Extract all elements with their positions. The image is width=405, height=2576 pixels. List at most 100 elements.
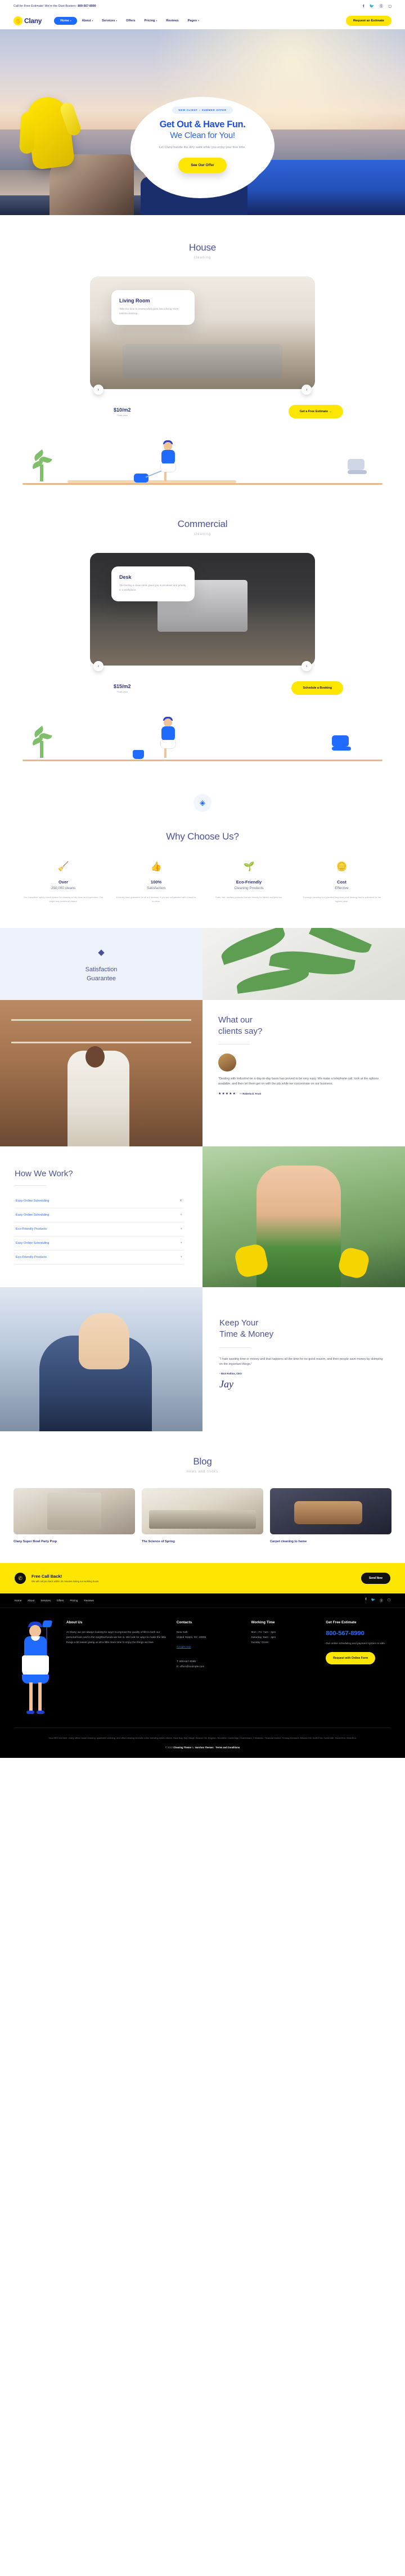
accordion-item[interactable]: Easy Online Scheduling ✕ [15, 1194, 183, 1209]
carousel-next-icon[interactable]: › [302, 385, 312, 395]
maid-illustration [15, 1620, 56, 1716]
footer-nav-offers[interactable]: Offers [57, 1599, 64, 1602]
testimonial-author: — Roberta D. Frost [239, 1092, 262, 1095]
facebook-icon[interactable]: 𝐟 [363, 5, 364, 8]
facebook-icon[interactable]: 𝐟 [365, 1598, 366, 1603]
testimonial-footer: ★★★★★ — Roberta D. Frost [218, 1092, 388, 1096]
why-text: Our Clanytitles' safety check system for… [23, 896, 104, 903]
maid-illustration [158, 717, 179, 758]
testimonial-content: What our clients say? "Dealing with Indu… [202, 1000, 405, 1147]
house-section: House cleaning Living Room Take the time… [0, 215, 405, 495]
accordion-item[interactable]: Eco-Friendly Products + [15, 1222, 183, 1237]
nav-item-services[interactable]: Services ▾ [97, 17, 122, 25]
commercial-meta: $15/m2 *Start price Schedule a Booking [62, 681, 343, 695]
testimonial-title: What our clients say? [218, 1015, 388, 1037]
why-sub: Satisfaction [146, 886, 166, 890]
topbar-text: Call for Free Estimate! We're the Dust B… [14, 5, 77, 8]
footer-nav-about[interactable]: About [28, 1599, 34, 1602]
twitter-icon[interactable]: 🐦 [369, 5, 374, 8]
call-back-bar: ✆ Free Call Back! We will call you back … [0, 1563, 405, 1594]
house-card-text: Take the time to review what goes into a… [119, 307, 179, 315]
nav-label: Pages [187, 19, 197, 23]
footer-nav-services[interactable]: Services [40, 1599, 51, 1602]
footer-estimate-heading: Get Free Estimate [326, 1620, 357, 1625]
blog-image [270, 1488, 392, 1535]
illustration-floor [22, 760, 382, 761]
thumbs-up-icon: 👍 [150, 862, 162, 872]
illustration-floor [22, 483, 382, 485]
carousel-next-icon[interactable]: › [302, 661, 312, 671]
phone-icon: ✆ [15, 1573, 26, 1584]
terms-link[interactable]: Terms and Conditions [215, 1746, 240, 1749]
blog-card[interactable]: The Science of Spring [142, 1488, 263, 1544]
accordion-item[interactable]: Eco-Friendly Products + [15, 1251, 183, 1265]
accordion-label: Easy Online Scheduling [16, 1242, 50, 1245]
carousel-prev-icon[interactable]: ‹ [93, 385, 104, 395]
satisfaction-title: Satisfaction Guarantee [86, 965, 118, 984]
house-carousel: Living Room Take the time to review what… [90, 276, 315, 395]
nav-item-reviews[interactable]: Reviews [161, 17, 183, 25]
footer-contacts-email[interactable]: E: office@example.com [177, 1664, 241, 1669]
request-online-form-button[interactable]: Request with Online Form [326, 1652, 376, 1665]
commercial-booking-button[interactable]: Schedule a Booking [291, 681, 343, 695]
maid-illustration [158, 440, 179, 481]
hero-content: NEW CLIENT – SUMMER OFFER Get Out & Have… [130, 104, 274, 173]
nav-item-pages[interactable]: Pages ▾ [183, 17, 204, 25]
carousel-prev-icon[interactable]: ‹ [93, 661, 104, 671]
why-text: Safer, fast, sanitary products that are … [215, 896, 282, 899]
nav-item-pricing[interactable]: Pricing ▾ [140, 17, 162, 25]
hero-title-line1: Get Out & Have Fun. [159, 119, 246, 130]
blog-title: Blog [193, 1456, 212, 1467]
behance-icon[interactable]: ⓪ [379, 5, 383, 8]
chevron-down-icon: ▾ [156, 20, 158, 22]
blog-image [14, 1488, 135, 1535]
blog-card-title: Clany Super Bowl Party Prep [14, 1540, 57, 1544]
footer-estimate-phone[interactable]: 800-567-8990 [326, 1630, 390, 1637]
logo[interactable]: 🖐 Clany [14, 16, 42, 25]
nav-item-about[interactable]: About ▾ [77, 17, 97, 25]
topbar-phone[interactable]: 800-567-8990 [78, 5, 96, 8]
behance-icon[interactable]: ⓪ [380, 1598, 383, 1603]
request-estimate-button[interactable]: Request an Estimate [345, 16, 392, 26]
house-card-heading: Living Room [119, 298, 150, 303]
testimonial-title-line1: What our [218, 1015, 253, 1025]
see-our-offer-button[interactable]: See Our Offer [178, 157, 227, 173]
nav-item-home[interactable]: Home ▾ [54, 17, 78, 25]
footer-contacts-city: New York [176, 1631, 188, 1634]
nav-item-offers[interactable]: Offers [122, 17, 140, 25]
chevron-down-icon: ▾ [116, 20, 118, 22]
footer-contacts-phone[interactable]: T: 800-567-8990 [177, 1659, 241, 1664]
house-estimate-button[interactable]: Get a Free Estimate → [288, 405, 343, 418]
satisfaction-line2: Guarantee [87, 975, 116, 983]
logo-text: Clany [24, 17, 42, 25]
broom-icon: 🧹 [57, 862, 69, 872]
accordion-item[interactable]: Easy Online Scheduling + [15, 1208, 183, 1223]
copyright-author[interactable]: VamTam Themes [195, 1746, 213, 1749]
main-nav: 🖐 Clany Home ▾ About ▾ Services ▾ Offers… [0, 12, 405, 29]
footer-nav-pricing[interactable]: Pricing [70, 1599, 78, 1602]
how-we-work-title: How We Work? [15, 1169, 73, 1179]
blog-card[interactable]: Carpet cleaning to home [270, 1488, 392, 1544]
google-map-link[interactable]: Google map [177, 1645, 191, 1648]
commercial-card-text: The feeling a clean desk gives you is pr… [119, 584, 186, 591]
blog-subtitle: news and tricks [186, 1470, 219, 1474]
why-sub: 250,000 cleans [51, 886, 76, 890]
instagram-icon[interactable]: ◻ [388, 5, 392, 8]
footer-nav-home[interactable]: Home [15, 1599, 21, 1602]
commercial-carousel-arrows: ‹ › [90, 661, 315, 671]
keep-time-title: Keep Your Time & Money [219, 1318, 386, 1340]
call-back-sub: We will call you back within 30 minutes … [32, 1580, 99, 1583]
blog-card-title: The Science of Spring [142, 1540, 175, 1544]
footer-nav-reviews[interactable]: Reviews [84, 1599, 93, 1602]
plus-icon: + [180, 1242, 182, 1245]
footer-contacts-heading: Contacts [176, 1620, 192, 1625]
instagram-icon[interactable]: ◻ [388, 1598, 390, 1603]
section-divider: ◈ [0, 794, 405, 812]
house-illustration [0, 427, 405, 495]
blog-card[interactable]: Clany Super Bowl Party Prep [14, 1488, 135, 1544]
accordion-item[interactable]: Easy Online Scheduling + [15, 1236, 183, 1251]
send-now-button[interactable]: Send Now [361, 1573, 390, 1584]
twitter-icon[interactable]: 🐦 [371, 1598, 375, 1603]
hero-section: NEW CLIENT – SUMMER OFFER Get Out & Have… [0, 29, 405, 215]
avatar [218, 1053, 236, 1072]
